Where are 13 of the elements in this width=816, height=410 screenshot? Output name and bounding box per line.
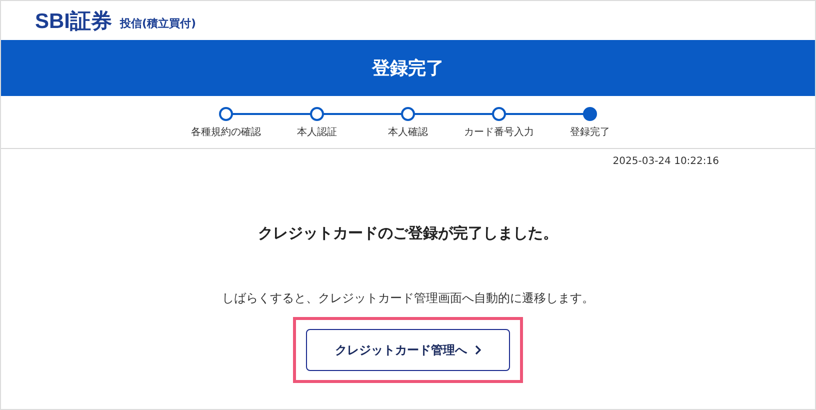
page-title: 登録完了 [372, 57, 444, 80]
service-name: 投信(積立買付) [120, 16, 196, 30]
card-management-button[interactable]: クレジットカード管理へ [306, 329, 510, 371]
step-label: 登録完了 [570, 126, 610, 139]
chevron-right-icon [475, 345, 481, 355]
redirect-note: しばらくすると、クレジットカード管理画面へ自動的に遷移します。 [222, 290, 594, 307]
step-label: カード番号入力 [464, 126, 534, 139]
logo: SBI証券 [35, 8, 112, 34]
completion-message: クレジットカードのご登録が完了しました。 [258, 224, 558, 243]
step-label: 各種規約の確認 [191, 126, 261, 139]
timestamp: 2025-03-24 10:22:16 [612, 156, 719, 167]
step-label: 本人認証 [297, 126, 337, 139]
step-label: 本人確認 [388, 126, 428, 139]
